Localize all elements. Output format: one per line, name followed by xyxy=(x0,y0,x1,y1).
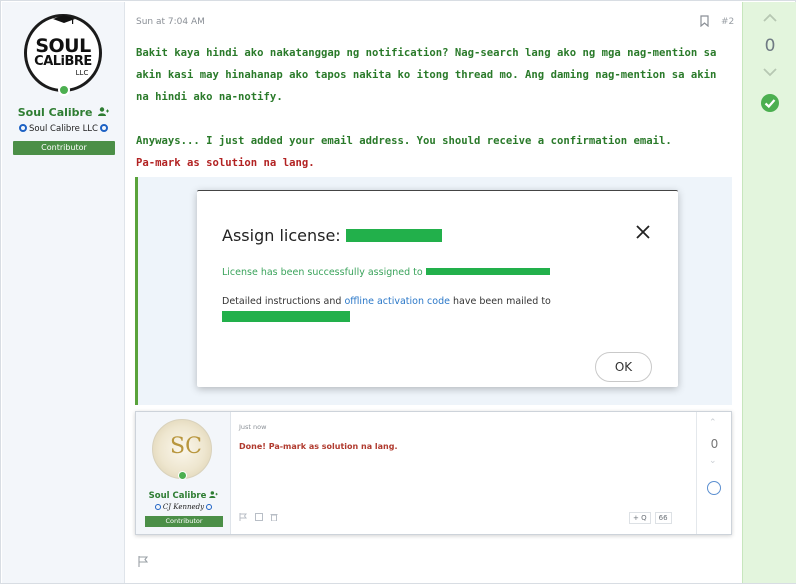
vote-count: 0 xyxy=(764,36,776,56)
embedded-reply-screenshot[interactable]: SC Soul Calibre CJ Kennedy Contributor J… xyxy=(135,411,732,535)
online-status-icon xyxy=(178,471,187,480)
reply-toolbar xyxy=(239,513,278,523)
dialog-success-text: License has been successfully assigned t… xyxy=(222,267,423,278)
edit-icon xyxy=(254,513,263,521)
redaction-bar xyxy=(345,229,442,242)
report-flag-icon[interactable] xyxy=(138,556,148,567)
post-content: Sun at 7:04 AM #2 Bakit kaya hindi ako n… xyxy=(126,2,742,583)
author-organization-text: Soul Calibre LLC xyxy=(29,124,98,134)
reply-avatar: SC xyxy=(152,419,212,479)
org-badge-icon xyxy=(206,504,213,510)
bookmark-icon[interactable] xyxy=(700,15,709,27)
post-paragraph-mark-solution: Pa-mark as solution na lang. xyxy=(136,157,315,169)
reply-author-org: CJ Kennedy xyxy=(136,503,231,511)
upvote-icon[interactable] xyxy=(760,12,780,24)
post-frame: SOUL CALiBRE LLC Soul Calibre Soul Calib… xyxy=(0,0,796,584)
reply-vote-panel: ⌃ 0 ⌄ xyxy=(696,412,731,534)
post-paragraph: Bakit kaya hindi ako nakatanggap ng noti… xyxy=(136,47,717,103)
trash-icon xyxy=(270,514,278,522)
avatar-text-soul: SOUL xyxy=(35,35,91,57)
dialog-title-text: Assign license: xyxy=(222,226,341,245)
online-status-icon xyxy=(58,84,70,96)
add-friend-icon xyxy=(209,491,219,498)
dialog-instr-suffix: have been mailed to xyxy=(452,296,551,307)
avatar-text-llc: LLC xyxy=(75,69,89,77)
org-badge-icon xyxy=(19,124,28,132)
org-badge-icon xyxy=(99,124,108,132)
dialog-instructions: Detailed instructions and offline activa… xyxy=(222,293,662,327)
solution-check-icon[interactable] xyxy=(760,93,780,113)
avatar-text-calibre: CALiBRE xyxy=(34,54,92,69)
redaction-bar xyxy=(425,268,550,275)
quote-button: + Q xyxy=(629,512,651,524)
author-organization: Soul Calibre LLC xyxy=(2,124,125,134)
role-badge: Contributor xyxy=(13,141,115,155)
embedded-screenshot[interactable]: Assign license: License has been success… xyxy=(135,177,732,405)
graduation-cap-icon xyxy=(53,15,75,24)
author-name[interactable]: Soul Calibre xyxy=(2,106,125,119)
reply-vote-count: 0 xyxy=(710,437,719,451)
upvote-icon: ⌃ xyxy=(709,418,717,428)
solution-check-icon xyxy=(707,481,721,495)
dialog-title: Assign license: xyxy=(222,226,442,245)
reply-timestamp: Just now xyxy=(239,423,267,431)
reply-actions: + Q 66 xyxy=(629,512,676,524)
close-icon[interactable] xyxy=(635,224,651,240)
post-number[interactable]: #2 xyxy=(721,17,734,27)
reply-author-name-text: Soul Calibre xyxy=(148,491,207,501)
reply-button: 66 xyxy=(654,512,672,524)
reply-author-name: Soul Calibre xyxy=(136,491,231,501)
downvote-icon: ⌄ xyxy=(709,456,717,466)
ok-button[interactable]: OK xyxy=(595,352,652,382)
avatar[interactable]: SOUL CALiBRE LLC xyxy=(24,14,102,92)
sc-logo-icon: SC xyxy=(170,434,202,459)
redaction-bar xyxy=(222,311,350,322)
dialog-instr-prefix: Detailed instructions and xyxy=(222,296,342,307)
author-panel: SOUL CALiBRE LLC Soul Calibre Soul Calib… xyxy=(2,2,125,583)
post-paragraph: Anyways... I just added your email addre… xyxy=(136,135,672,147)
reply-author-org-text: CJ Kennedy xyxy=(162,503,205,511)
author-name-text[interactable]: Soul Calibre xyxy=(18,106,93,119)
reply-role-badge: Contributor xyxy=(145,516,223,527)
post-body: Bakit kaya hindi ako nakatanggap ng noti… xyxy=(136,42,732,174)
offline-activation-link[interactable]: offline activation code xyxy=(344,296,450,307)
assign-license-dialog: Assign license: License has been success… xyxy=(197,190,678,387)
add-friend-icon[interactable] xyxy=(98,106,110,119)
downvote-icon[interactable] xyxy=(760,66,780,78)
org-badge-icon xyxy=(154,504,161,510)
dialog-success-message: License has been successfully assigned t… xyxy=(222,267,550,278)
vote-panel: 0 xyxy=(742,2,796,583)
flag-icon xyxy=(239,513,247,521)
reply-author-panel: SC Soul Calibre CJ Kennedy Contributor xyxy=(136,412,231,534)
reply-body: Done! Pa-mark as solution na lang. xyxy=(239,442,398,451)
post-timestamp[interactable]: Sun at 7:04 AM xyxy=(136,17,205,27)
